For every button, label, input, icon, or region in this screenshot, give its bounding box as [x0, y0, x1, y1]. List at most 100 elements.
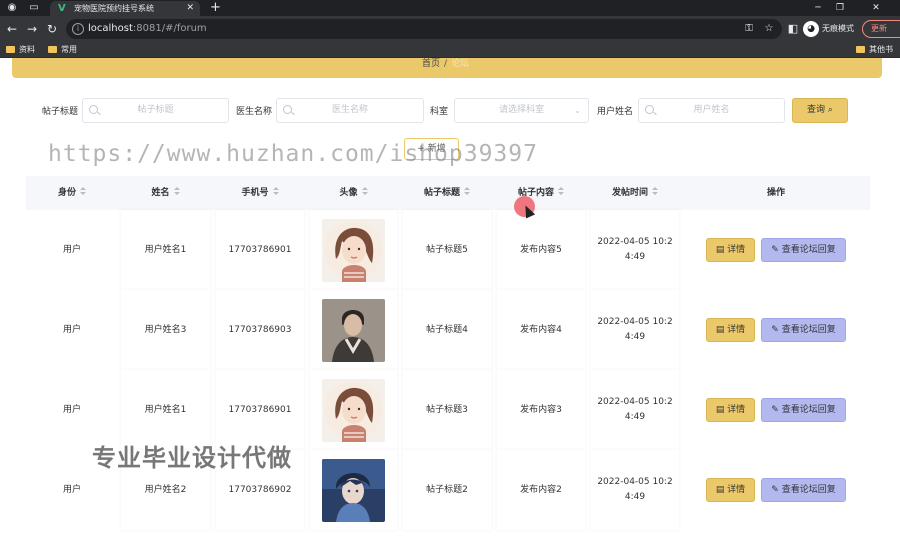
sort-icon[interactable]: [361, 187, 368, 196]
back-icon[interactable]: ←: [4, 21, 20, 37]
post-time-text: 2022-04-05 10:24:49: [597, 317, 673, 342]
cell-post-content-text: 发布内容4: [520, 324, 562, 335]
site-info-icon[interactable]: i: [72, 23, 84, 35]
cell-phone-text: 17703786903: [228, 324, 292, 335]
browser-tab[interactable]: V 宠物医院预约挂号系统 ✕: [50, 1, 200, 16]
cell-post-title-text: 帖子标题2: [426, 484, 468, 495]
chevron-down-icon: ⌄: [574, 106, 581, 115]
doctor-filter-input[interactable]: 医生名称: [276, 98, 424, 123]
cell-post-content: 发布内容3: [497, 370, 585, 450]
breadcrumb-home[interactable]: 首页: [422, 59, 440, 69]
side-panel-icon[interactable]: ◧: [785, 21, 801, 37]
browser-tab-bar: ◉ ▭ V 宠物医院预约挂号系统 ✕ + ─ ❐ ✕: [0, 0, 900, 16]
view-replies-button[interactable]: ✎ 查看论坛回复: [761, 478, 846, 502]
cell-avatar: [310, 290, 397, 370]
query-button[interactable]: 查询 ⌕: [792, 98, 848, 123]
detail-button[interactable]: ▤ 详情: [706, 478, 755, 502]
col-phone[interactable]: 手机号: [213, 176, 307, 210]
sort-icon[interactable]: [652, 187, 658, 196]
cell-role-text: 用户: [62, 484, 81, 495]
cell-post-time: 2022-04-05 10:24:49: [591, 370, 679, 450]
col-avatar[interactable]: 头像: [307, 176, 400, 210]
avatar: [322, 218, 385, 282]
bookmark-folder-changyong[interactable]: 常用: [48, 42, 77, 58]
reload-icon[interactable]: ↻: [44, 21, 60, 37]
sort-icon[interactable]: [558, 187, 564, 196]
sort-icon[interactable]: [272, 187, 279, 196]
key-icon[interactable]: ⚿: [742, 22, 756, 36]
vue-favicon-icon: V: [58, 3, 66, 14]
view-replies-button[interactable]: ✎ 查看论坛回复: [761, 238, 846, 262]
col-post-time[interactable]: 发帖时间: [588, 176, 682, 210]
detail-button[interactable]: ▤ 详情: [706, 398, 755, 422]
col-post-title[interactable]: 帖子标题: [400, 176, 494, 210]
tab-overview-icon[interactable]: ▭: [28, 2, 40, 14]
forward-icon[interactable]: →: [24, 21, 40, 37]
doctor-filter-label: 医生名称: [236, 107, 273, 117]
post-time-text: 2022-04-05 10:24:49: [597, 237, 673, 262]
title-filter-input[interactable]: 帖子标题: [82, 98, 229, 123]
detail-button[interactable]: ▤ 详情: [706, 238, 755, 262]
folder-icon: [6, 46, 15, 53]
update-button[interactable]: 更新: [862, 20, 900, 38]
window-close-button[interactable]: ✕: [866, 0, 886, 16]
cell-phone: 17703786903: [216, 290, 304, 370]
incognito-label: 无痕模式: [822, 24, 854, 33]
detail-button[interactable]: ▤ 详情: [706, 318, 755, 342]
address-bar[interactable]: i localhost:8081/#/forum ⚿ ☆: [66, 19, 782, 39]
cell-name-text: 用户姓名1: [144, 404, 187, 415]
username-filter-input[interactable]: 用户姓名: [638, 98, 785, 123]
cell-role: 用户: [29, 290, 115, 370]
bookmark-folder-ziliao[interactable]: 资料: [6, 42, 35, 58]
browser-menu-icon[interactable]: ◉: [6, 2, 18, 14]
sort-icon[interactable]: [173, 187, 180, 196]
bookmark-folder-other[interactable]: 其他书签: [856, 42, 900, 70]
cell-avatar: [310, 450, 397, 530]
username-filter-label: 用户姓名: [597, 107, 634, 117]
col-actions: 操作: [766, 188, 785, 198]
col-name[interactable]: 姓名: [118, 176, 213, 210]
cell-post-title-text: 帖子标题3: [426, 404, 468, 415]
table-row: 用户 用户姓名1 17703786901 帖子标题5 发布内容5 2022-04-05 1…: [26, 210, 870, 290]
cell-post-title-text: 帖子标题4: [426, 324, 468, 335]
cell-post-time: 2022-04-05 10:24:49: [591, 290, 679, 370]
cell-post-title: 帖子标题5: [403, 210, 491, 290]
cell-post-content-text: 发布内容5: [520, 244, 562, 255]
avatar: [322, 458, 385, 522]
folder-icon: [48, 46, 57, 53]
cell-name: 用户姓名1: [121, 210, 210, 290]
cell-phone-text: 17703786901: [228, 404, 292, 415]
title-filter-label: 帖子标题: [42, 107, 79, 117]
avatar: [322, 298, 385, 362]
view-replies-button[interactable]: ✎ 查看论坛回复: [761, 318, 846, 342]
bookmarks-bar: 资料 常用 其他书签: [0, 42, 900, 70]
tab-close-icon[interactable]: ✕: [186, 2, 194, 15]
bookmark-star-icon[interactable]: ☆: [762, 22, 776, 36]
department-filter-label: 科室: [430, 107, 449, 117]
col-role[interactable]: 身份: [26, 176, 118, 210]
col-post-content[interactable]: 帖子内容: [494, 176, 588, 210]
forum-page: 首页 / 论坛 帖子标题 帖子标题 医生名称 医生名称 科室 请选择科室 ⌄ 用户姓…: [0, 58, 900, 536]
folder-icon: [856, 46, 865, 53]
sort-icon[interactable]: [464, 187, 470, 196]
promo-watermark: 专业毕业设计代做: [92, 444, 292, 472]
view-replies-button[interactable]: ✎ 查看论坛回复: [761, 398, 846, 422]
url-watermark: https://www.huzhan.com/ishop39397: [48, 141, 538, 167]
minimize-button[interactable]: ─: [808, 0, 828, 16]
post-time-text: 2022-04-05 10:24:49: [597, 397, 673, 422]
cell-post-time: 2022-04-05 10:24:49: [591, 210, 679, 290]
cell-avatar: [310, 210, 397, 290]
cell-role-text: 用户: [62, 324, 81, 335]
breadcrumb-bar: 首页 / 论坛: [12, 58, 882, 78]
breadcrumb-current: 论坛: [451, 59, 470, 69]
new-tab-button[interactable]: +: [210, 0, 221, 16]
cell-post-content: 发布内容4: [497, 290, 585, 370]
restore-button[interactable]: ❐: [830, 0, 850, 16]
avatar: [322, 378, 385, 442]
cell-post-content-text: 发布内容2: [520, 484, 562, 495]
department-select[interactable]: 请选择科室 ⌄: [454, 98, 589, 123]
sort-icon[interactable]: [80, 187, 86, 196]
post-time-text: 2022-04-05 10:24:49: [597, 477, 673, 502]
cell-post-content: 发布内容2: [497, 450, 585, 530]
cell-actions: ▤ 详情 ✎ 查看论坛回复: [685, 450, 867, 530]
